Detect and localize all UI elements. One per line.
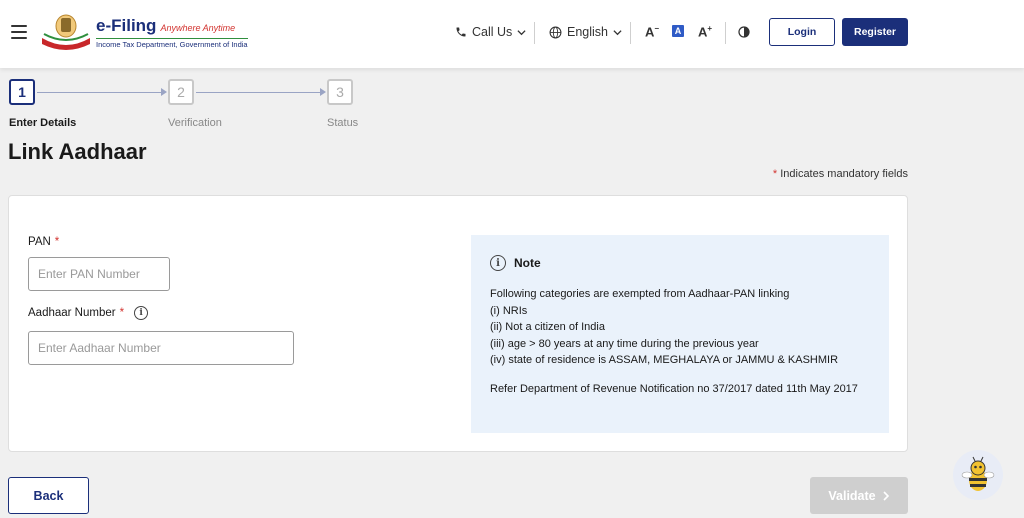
validate-button[interactable]: Validate	[810, 477, 908, 514]
language-dropdown[interactable]: English	[549, 25, 622, 39]
info-icon[interactable]: i	[134, 306, 149, 320]
aadhaar-label: Aadhaar Number * i	[28, 306, 149, 320]
step-connector	[196, 92, 321, 93]
register-button[interactable]: Register	[842, 18, 908, 46]
mandatory-fields-note: * Indicates mandatory fields	[773, 168, 908, 180]
step-1-indicator: 1	[9, 79, 35, 105]
page-title: Link Aadhaar	[8, 139, 147, 164]
note-list-item: (ii) Not a citizen of India	[490, 321, 605, 333]
income-tax-emblem-logo[interactable]	[40, 12, 92, 52]
note-title: Note	[514, 256, 541, 270]
bee-mascot-icon	[961, 456, 995, 491]
step-arrow-icon	[320, 88, 326, 96]
note-list-item: (i) NRIs	[490, 304, 528, 317]
aadhaar-number-input[interactable]: Enter Aadhaar Number	[28, 331, 294, 365]
header-divider	[534, 22, 535, 44]
call-us-label: Call Us	[472, 25, 513, 39]
menu-icon[interactable]	[11, 25, 27, 39]
chevron-right-icon	[883, 490, 889, 501]
note-header: i Note	[490, 255, 541, 271]
chevron-down-icon	[517, 29, 526, 35]
step-2-label: Verification	[168, 117, 222, 129]
note-intro: Following categories are exempted from A…	[490, 288, 790, 300]
header-divider	[630, 22, 631, 44]
back-button[interactable]: Back	[8, 477, 89, 514]
pan-input[interactable]: Enter PAN Number	[28, 257, 170, 291]
step-arrow-icon	[161, 88, 167, 96]
font-default-button[interactable]: A	[672, 25, 684, 37]
required-star: *	[119, 307, 125, 319]
mandatory-fields-text: Indicates mandatory fields	[780, 168, 908, 180]
note-list-item: (iv) state of residence is ASSAM, MEGHAL…	[490, 354, 839, 366]
info-icon: i	[490, 255, 506, 271]
font-increase-button[interactable]: A+	[698, 24, 712, 39]
globe-icon	[549, 26, 562, 38]
link-aadhaar-form-card: PAN * Enter PAN Number Aadhaar Number * …	[8, 195, 908, 452]
step-3-label: Status	[327, 117, 359, 129]
top-header: e-Filing Anywhere Anytime Income Tax Depa…	[0, 0, 1024, 68]
logo-tagline: Anywhere Anytime	[160, 23, 236, 33]
note-reference: Refer Department of Revenue Notification…	[490, 383, 858, 395]
efiling-logo-title: e-Filing Anywhere Anytime	[96, 16, 236, 35]
note-list-item: (iii) age > 80 years at any time during …	[490, 337, 759, 350]
required-star: *	[772, 168, 778, 180]
chevron-down-icon	[613, 29, 622, 35]
validate-label: Validate	[828, 488, 876, 503]
step-1-label: Enter Details	[9, 117, 77, 129]
pan-label: PAN *	[28, 236, 60, 248]
language-label: English	[567, 25, 608, 39]
contrast-icon[interactable]	[738, 26, 750, 38]
note-panel: i Note Following categories are exempted…	[471, 235, 889, 433]
step-3-indicator: 3	[327, 79, 353, 105]
chatbot-assistant-button[interactable]	[953, 450, 1003, 500]
login-button[interactable]: Login	[769, 18, 835, 46]
required-star: *	[54, 236, 60, 248]
header-divider	[725, 22, 726, 44]
phone-icon	[456, 27, 466, 37]
font-decrease-button[interactable]: A−	[645, 24, 659, 39]
note-body: Following categories are exempted from A…	[490, 286, 870, 369]
step-2-indicator: 2	[168, 79, 194, 105]
step-connector	[37, 92, 162, 93]
logo-subtitle: Income Tax Department, Government of Ind…	[96, 38, 248, 49]
call-us-dropdown[interactable]: Call Us	[455, 25, 526, 39]
